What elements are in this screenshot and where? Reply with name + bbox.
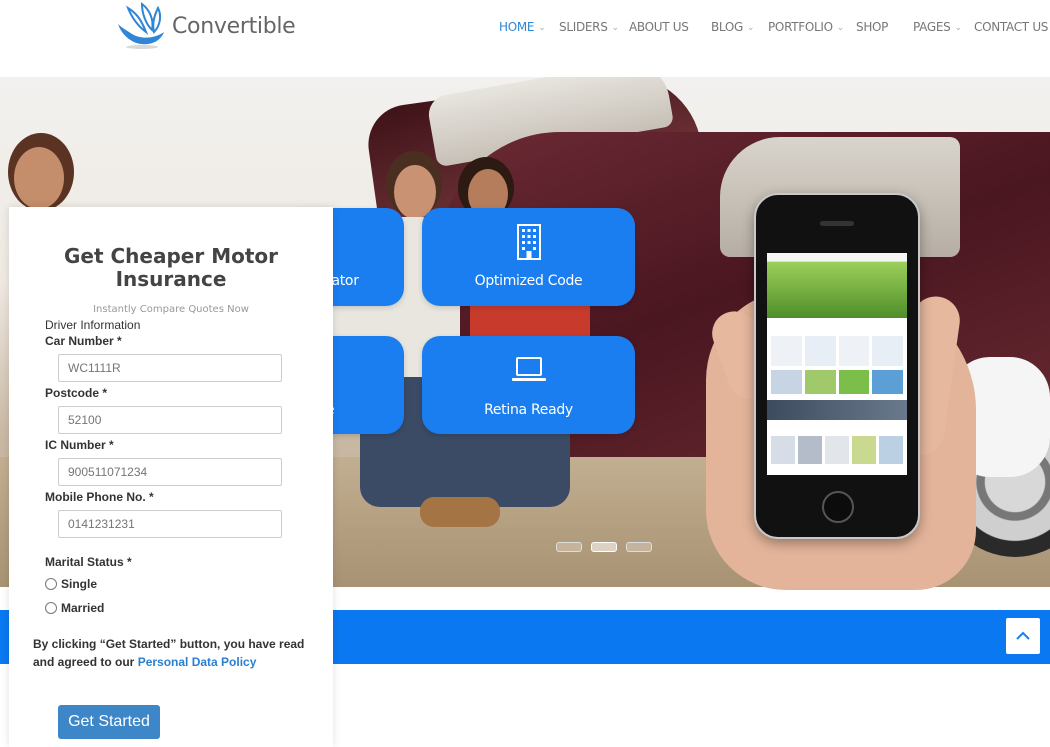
radio-married[interactable]: Married [45,601,104,615]
phone-home-button [822,491,854,523]
radio-button[interactable] [45,602,57,614]
nav-label: HOME [499,20,535,34]
radio-button[interactable] [45,578,57,590]
phone-speaker [820,221,854,226]
slider-dot[interactable] [626,542,652,552]
car-number-input[interactable] [58,354,282,382]
laptop-icon [511,357,546,381]
nav-label: CONTACT US [974,20,1049,34]
radio-single[interactable]: Single [45,577,97,591]
nav-label: PAGES [913,20,951,34]
site-header: Convertible HOME ⌄ SLIDERS ⌄ ABOUT US BLOG… [0,0,1050,77]
mobile-input[interactable] [58,510,282,538]
ic-number-label: IC Number * [45,438,114,452]
radio-label: Single [61,577,98,591]
back-to-top-button[interactable] [1006,618,1040,654]
hero-photo-face [14,147,64,209]
phone-screen [767,253,907,475]
nav-label: PORTFOLIO [768,20,833,34]
nav-item-sliders[interactable]: SLIDERS ⌄ [559,20,619,34]
chevron-down-icon: ⌄ [836,23,845,33]
nav-item-shop[interactable]: SHOP [856,20,888,34]
feature-box-optimized-code[interactable]: Optimized Code [422,208,635,306]
chevron-down-icon: ⌄ [611,23,620,33]
nav-label: ABOUT US [629,20,689,34]
ic-number-input[interactable] [58,458,282,486]
chevron-down-icon: ⌄ [954,23,962,33]
marital-status-label: Marital Status * [45,555,132,569]
postcode-label: Postcode * [45,386,108,400]
chevron-up-icon [1016,631,1030,640]
nav-label: SHOP [856,20,889,34]
personal-data-policy-link[interactable]: Personal Data Policy [138,655,257,669]
hero-photo-shoe [420,497,500,527]
form-subtitle: Instantly Compare Quotes Now [93,304,249,315]
nav-label: SLIDERS [559,20,608,34]
nav-item-pages[interactable]: PAGES ⌄ [913,20,962,34]
feature-label: Optimized Code [474,273,583,289]
phone-mockup [754,193,920,539]
radio-label: Married [61,601,105,615]
chevron-down-icon: ⌄ [538,23,546,33]
nav-item-portfolio[interactable]: PORTFOLIO ⌄ [768,20,844,34]
nav-label: BLOG [711,20,744,34]
insurance-quote-form: Get Cheaper Motor Insurance Instantly Co… [9,207,333,747]
postcode-input[interactable] [58,406,282,434]
feature-box-retina-ready[interactable]: Retina Ready [422,336,635,434]
get-started-button[interactable]: Get Started [58,705,160,739]
main-nav: HOME ⌄ SLIDERS ⌄ ABOUT US BLOG ⌄ PORTFOLIO ⌄… [0,20,1050,40]
feature-label: Retina Ready [484,402,573,418]
car-number-label: Car Number * [45,334,122,348]
form-title: Get Cheaper Motor Insurance [64,244,278,291]
slider-dot[interactable] [556,542,582,552]
nav-item-contact-us[interactable]: CONTACT US [974,20,1048,34]
building-icon [516,224,541,260]
slider-dot-active[interactable] [591,542,617,552]
nav-item-home[interactable]: HOME ⌄ [499,20,546,34]
nav-item-blog[interactable]: BLOG ⌄ [711,20,755,34]
chevron-down-icon: ⌄ [747,23,755,33]
nav-item-about-us[interactable]: ABOUT US [629,20,689,34]
consent-text: By clicking “Get Started” button, you ha… [33,635,313,671]
section-label: Driver Information [45,318,141,332]
mobile-label: Mobile Phone No. * [45,490,154,504]
